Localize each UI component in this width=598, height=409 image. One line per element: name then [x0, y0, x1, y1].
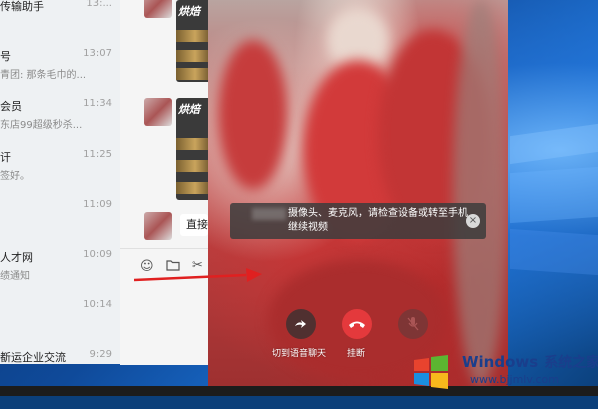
- chat-time: 11:09: [83, 199, 112, 210]
- switch-to-voice-button[interactable]: [286, 309, 316, 339]
- voice-switch-icon: [295, 320, 306, 328]
- wallpaper-pane: [510, 228, 598, 276]
- chat-preview: 签好。: [0, 171, 30, 182]
- hangup-button[interactable]: [342, 309, 372, 339]
- microphone-muted-icon: [407, 317, 419, 331]
- close-icon[interactable]: ×: [466, 214, 480, 228]
- video-blur-blob: [218, 40, 288, 190]
- hangup-icon: [349, 321, 365, 328]
- chat-item[interactable]: 斱运企业交流 9:29: [0, 349, 120, 409]
- chat-name: 斱运企业交流: [0, 351, 66, 364]
- avatar[interactable]: [144, 98, 172, 126]
- image-logo-text: 烘焙: [178, 5, 200, 18]
- avatar[interactable]: [144, 212, 172, 240]
- chat-name: 号: [0, 50, 11, 63]
- chat-preview: 绩通知: [0, 271, 30, 282]
- chat-time: 13:07: [83, 48, 112, 59]
- chat-name: 讦: [0, 151, 11, 164]
- chat-preview: 青团: 那条毛巾的...: [0, 70, 87, 81]
- video-blur-blob: [453, 0, 508, 386]
- hangup-label: 挂断: [347, 349, 366, 359]
- taskbar: [0, 386, 598, 396]
- chat-time: 10:09: [83, 249, 112, 260]
- chat-time: 10:14: [83, 299, 112, 310]
- chat-name: 人才网: [0, 251, 33, 264]
- toast-message: 摄像头、麦克风，请检查设备或转至手机继续视频: [288, 208, 468, 233]
- watermark-title-cn: 系统之家: [544, 355, 598, 371]
- chat-preview: 东店99超级秒杀...: [0, 120, 83, 131]
- device-error-toast: 摄像头、麦克风，请检查设备或转至手机继续视频 ×: [230, 203, 486, 239]
- chat-time: 11:34: [83, 98, 112, 109]
- mute-microphone-button[interactable]: [398, 309, 428, 339]
- wallpaper-pane: [510, 123, 598, 165]
- windows-logo-icon: [414, 355, 448, 389]
- chat-name: 会员: [0, 100, 22, 113]
- red-arrow-annotation: [134, 268, 262, 282]
- chat-list: 传输助手 13:... 号 13:07 青团: 那条毛巾的... 会员 11:3…: [0, 0, 121, 364]
- avatar[interactable]: [144, 0, 172, 18]
- text-message[interactable]: 直接: [180, 214, 208, 236]
- chat-name: 传输助手: [0, 0, 44, 13]
- wallpaper-pane: [510, 166, 598, 224]
- watermark-url: www.bjjmlv.com: [470, 373, 559, 386]
- image-logo-text: 烘焙: [178, 103, 200, 116]
- chat-time: 9:29: [89, 349, 112, 360]
- chat-time: 13:...: [86, 0, 112, 9]
- chat-time: 11:25: [83, 149, 112, 160]
- switch-to-voice-label: 切到语音聊天: [272, 349, 327, 359]
- watermark-title-en: Windows: [462, 353, 539, 371]
- redacted-text: [252, 208, 286, 220]
- watermark-title: Windows 系统之家: [462, 352, 598, 372]
